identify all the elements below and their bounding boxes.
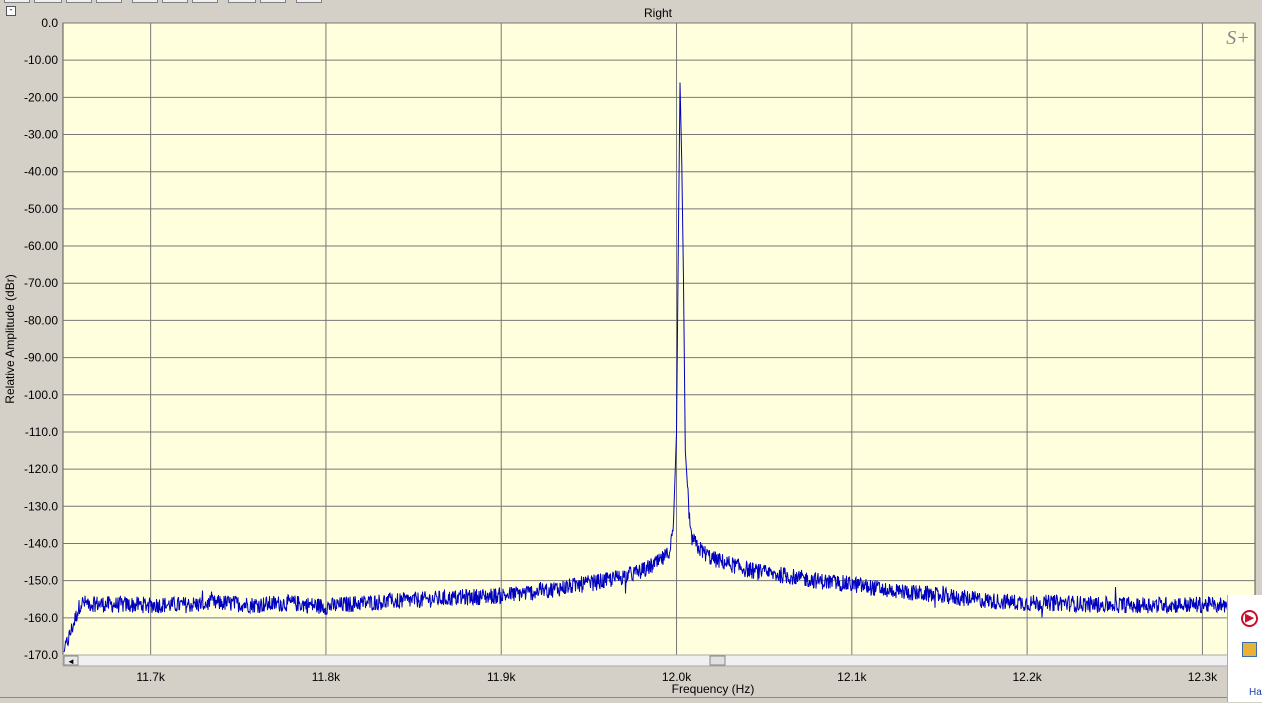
side-panel-text: Ha [1249, 687, 1262, 698]
x-tick-label: 11.9k [487, 670, 516, 684]
horizontal-scrollbar[interactable] [62, 654, 1256, 667]
y-tick-label: -20.00 [24, 90, 58, 104]
spectrum-chart: Right 0.0 -10.00 -20.00 -30.00 -40.00 -50.00 -… [3, 6, 1256, 696]
x-tick-label: 12.2k [1012, 670, 1042, 684]
scroll-left-arrow-icon: ◄ [67, 657, 75, 666]
y-tick-label: -30.00 [24, 128, 58, 142]
y-tick-label: -50.00 [24, 202, 58, 216]
s-plus-logo: S+ [1226, 27, 1250, 49]
y-tick-label: -120.0 [24, 462, 58, 476]
y-tick-label: 0.0 [41, 16, 58, 30]
y-tick-label: -110.0 [25, 425, 58, 439]
x-tick-label: 11.7k [136, 670, 165, 684]
y-tick-label: -80.00 [24, 313, 58, 327]
y-tick-label: -150.0 [24, 574, 58, 588]
x-tick-label: 11.8k [312, 670, 341, 684]
scroll-thumb[interactable] [709, 655, 726, 666]
x-tick-label: 12.3k [1188, 670, 1218, 684]
play-icon[interactable]: ▶ [1241, 610, 1258, 627]
y-tick-label: -40.00 [24, 165, 58, 179]
y-tick-label: -60.00 [24, 239, 58, 253]
app-icon[interactable] [1242, 642, 1257, 657]
y-tick-label: -160.0 [24, 611, 58, 625]
chart-title: Right [644, 6, 673, 20]
y-tick-label: -100.0 [24, 388, 58, 402]
x-tick-label: 12.1k [837, 670, 867, 684]
y-tick-label: -90.00 [24, 351, 58, 365]
y-tick-label: -10.00 [24, 53, 58, 67]
x-axis-label: Frequency (Hz) [672, 682, 755, 696]
y-tick-label: -140.0 [24, 536, 58, 550]
y-tick-label: -170.0 [24, 648, 58, 662]
y-axis-label: Relative Amplitude (dBr) [3, 274, 17, 403]
y-tick-label: -70.00 [24, 276, 58, 290]
y-tick-labels: 0.0 -10.00 -20.00 -30.00 -40.00 -50.00 -60.00 -… [24, 16, 58, 662]
bottom-strip [0, 697, 1227, 703]
y-tick-label: -130.0 [24, 499, 58, 513]
